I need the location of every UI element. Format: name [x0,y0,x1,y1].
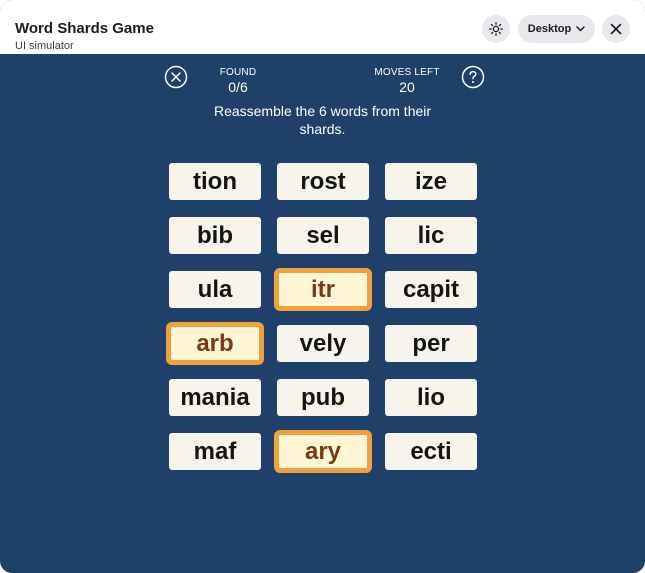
app-subtitle: UI simulator [15,40,74,52]
sun-icon [489,22,503,36]
moves-left-label: MOVES LEFT [374,67,440,78]
question-circle-icon [461,65,485,89]
shard-tile[interactable]: ecti [385,433,477,470]
shard-tile[interactable]: lio [385,379,477,416]
shard-tile[interactable]: capit [385,271,477,308]
shard-tile[interactable]: ize [385,163,477,200]
found-value: 0/6 [228,79,248,95]
close-window-button[interactable] [602,15,630,43]
theme-toggle-button[interactable] [482,15,510,43]
circle-x-icon [164,65,188,89]
device-select-label: Desktop [527,23,572,35]
close-icon [610,23,622,35]
help-button[interactable] [461,65,485,89]
shard-tile[interactable]: per [385,325,477,362]
shard-tile[interactable]: tion [169,163,261,200]
chevron-down-icon [576,26,585,32]
found-label: FOUND [219,67,257,78]
shard-tile[interactable]: pub [277,379,369,416]
shard-tile[interactable]: mania [169,379,261,416]
shard-tile[interactable]: lic [385,217,477,254]
exit-game-button[interactable] [164,65,188,89]
shard-tile[interactable]: bib [169,217,261,254]
app-window: Word Shards Game UI simulator Desktop FO… [0,0,645,573]
moves-left-value: 20 [399,79,415,95]
shard-tile[interactable]: vely [277,325,369,362]
shard-tile[interactable]: ary [274,430,372,473]
title-bar: Word Shards Game UI simulator Desktop [0,0,645,54]
shard-tile[interactable]: rost [277,163,369,200]
shard-tile[interactable]: maf [169,433,261,470]
device-select[interactable]: Desktop [518,15,595,43]
moves-left-counter: MOVES LEFT 20 [367,67,447,95]
found-counter: FOUND 0/6 [208,67,268,95]
app-title: Word Shards Game [15,20,154,37]
shard-tile[interactable]: arb [166,322,264,365]
shard-tile[interactable]: itr [274,268,372,311]
shard-tile[interactable]: sel [277,217,369,254]
instructions-text: Reassemble the 6 words from their shards… [213,103,432,137]
shard-tile[interactable]: ula [169,271,261,308]
